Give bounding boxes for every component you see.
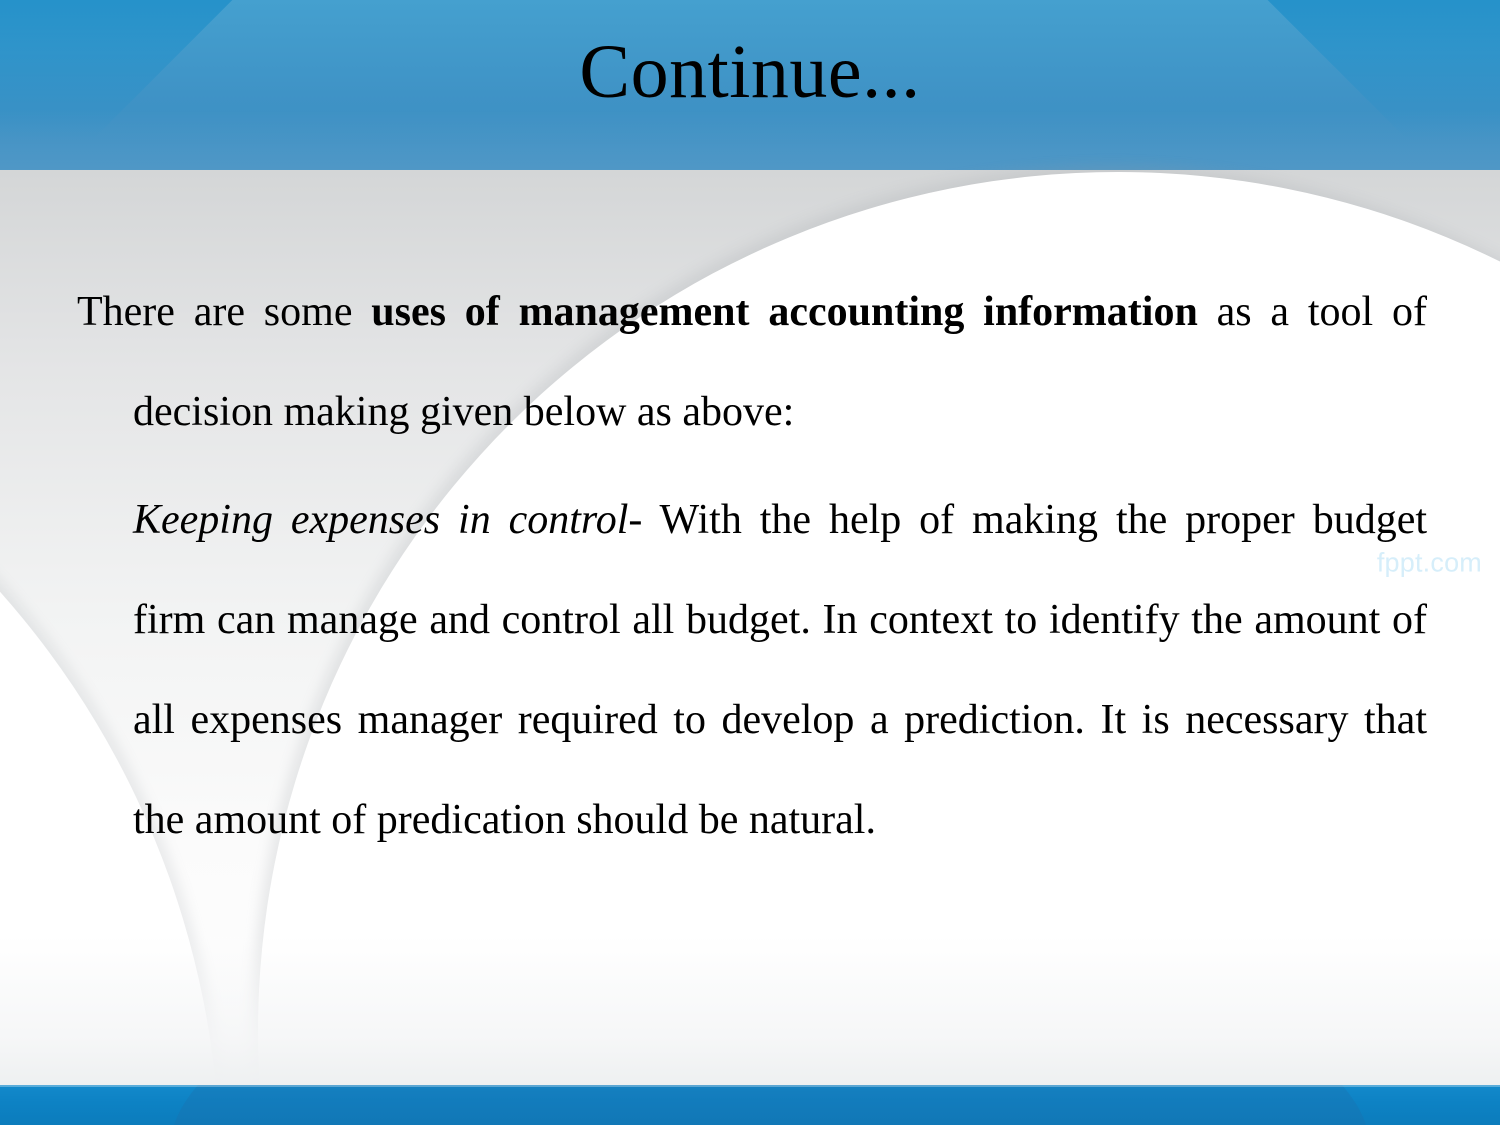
text-run-regular: - With the help of making the proper bud… bbox=[133, 497, 1427, 843]
slide-title: Continue... bbox=[579, 30, 921, 114]
presentation-slide: Continue... There are some uses of manag… bbox=[0, 0, 1500, 1125]
slide-body-content: There are some uses of management accoun… bbox=[77, 262, 1427, 870]
paragraph-uses-of-management-accounting: There are some uses of management accoun… bbox=[77, 262, 1427, 462]
text-run-italic: Keeping expenses in control bbox=[133, 497, 629, 543]
decorative-bottom-fade bbox=[0, 935, 1500, 1085]
footer-hairline bbox=[0, 1085, 1500, 1087]
text-run-bold: uses of management accounting informatio… bbox=[371, 289, 1198, 335]
footer-swoosh-accent bbox=[170, 1085, 1370, 1125]
text-run-regular: There are some bbox=[77, 289, 372, 335]
slide-footer-bar bbox=[0, 1085, 1500, 1125]
fppt-watermark: fppt.com bbox=[1376, 547, 1482, 577]
paragraph-keeping-expenses-in-control: Keeping expenses in control- With the he… bbox=[77, 470, 1427, 870]
